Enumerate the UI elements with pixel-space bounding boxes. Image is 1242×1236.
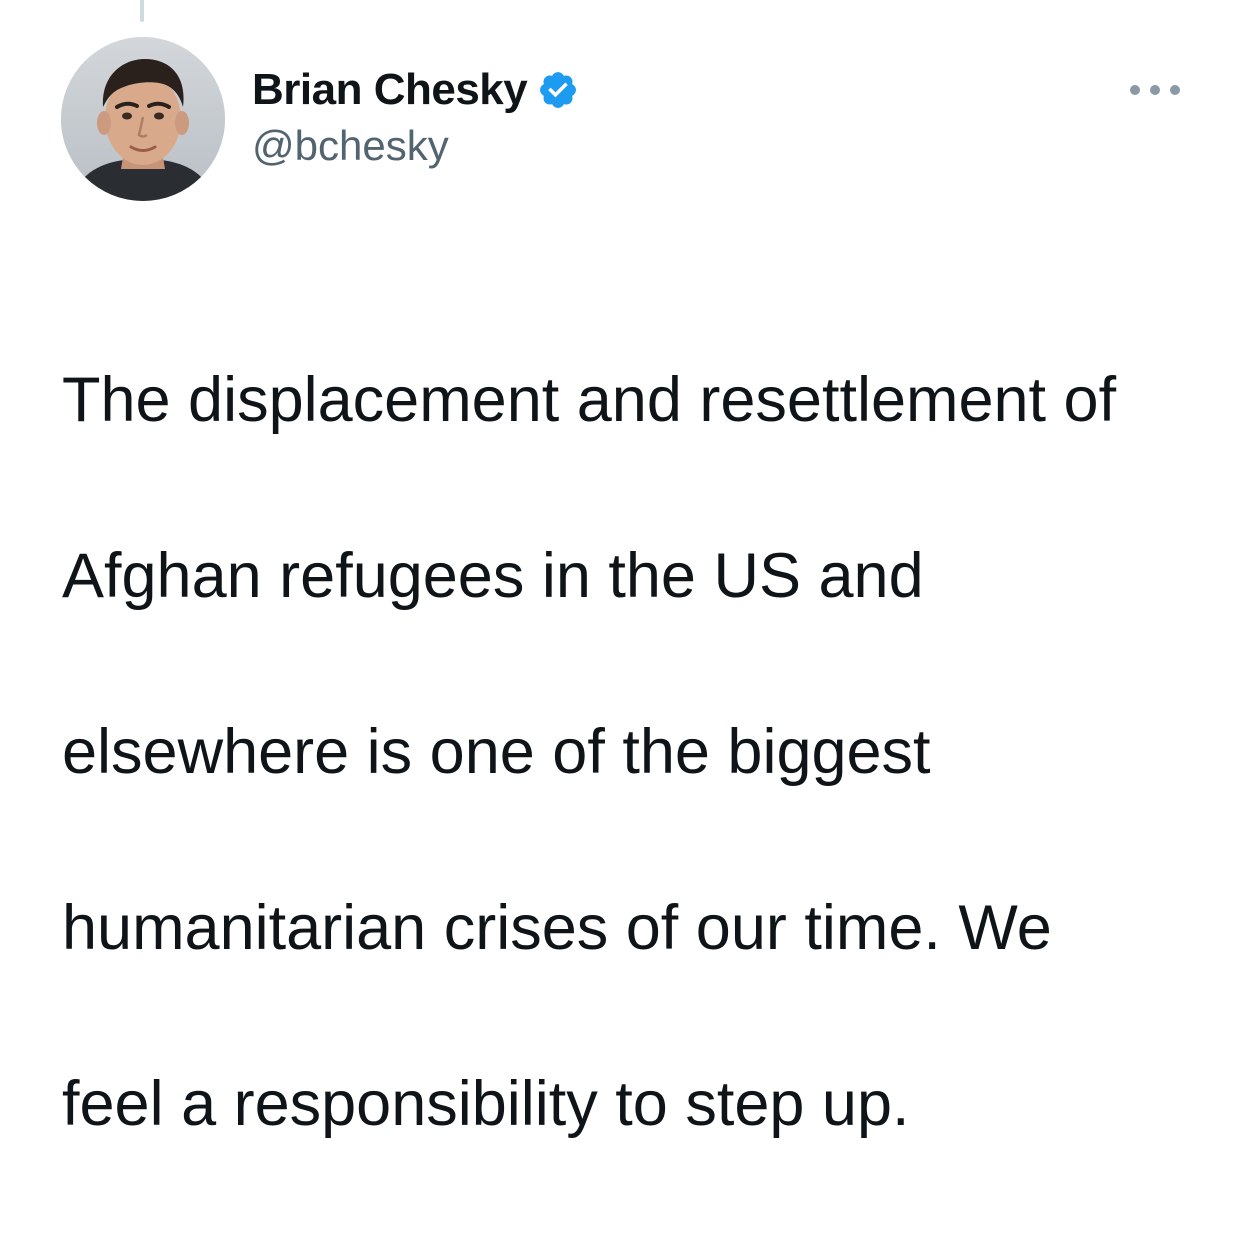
tweet-line: The displacement and resettlement of: [62, 365, 1117, 435]
more-dot: [1130, 85, 1140, 95]
more-options-icon[interactable]: [1130, 78, 1180, 102]
avatar-image: [61, 37, 225, 201]
name-row: Brian Chesky: [252, 62, 579, 118]
verified-badge-icon: [537, 69, 579, 111]
tweet-line: elsewhere is one of the biggest: [62, 717, 931, 787]
more-dot: [1150, 85, 1160, 95]
tweet-text: The displacement and resettlement of Afg…: [62, 268, 1212, 1236]
user-handle[interactable]: @bchesky: [252, 118, 579, 174]
tweet-line: feel a responsibility to step up.: [62, 1069, 910, 1139]
tweet-line: humanitarian crises of our time. We: [62, 893, 1052, 963]
user-info: Brian Chesky @bchesky: [252, 62, 579, 174]
more-dot: [1170, 85, 1180, 95]
avatar[interactable]: [61, 37, 225, 201]
tweet-line: Afghan refugees in the US and: [62, 541, 924, 611]
thread-connector-line: [140, 0, 144, 22]
display-name[interactable]: Brian Chesky: [252, 62, 528, 118]
